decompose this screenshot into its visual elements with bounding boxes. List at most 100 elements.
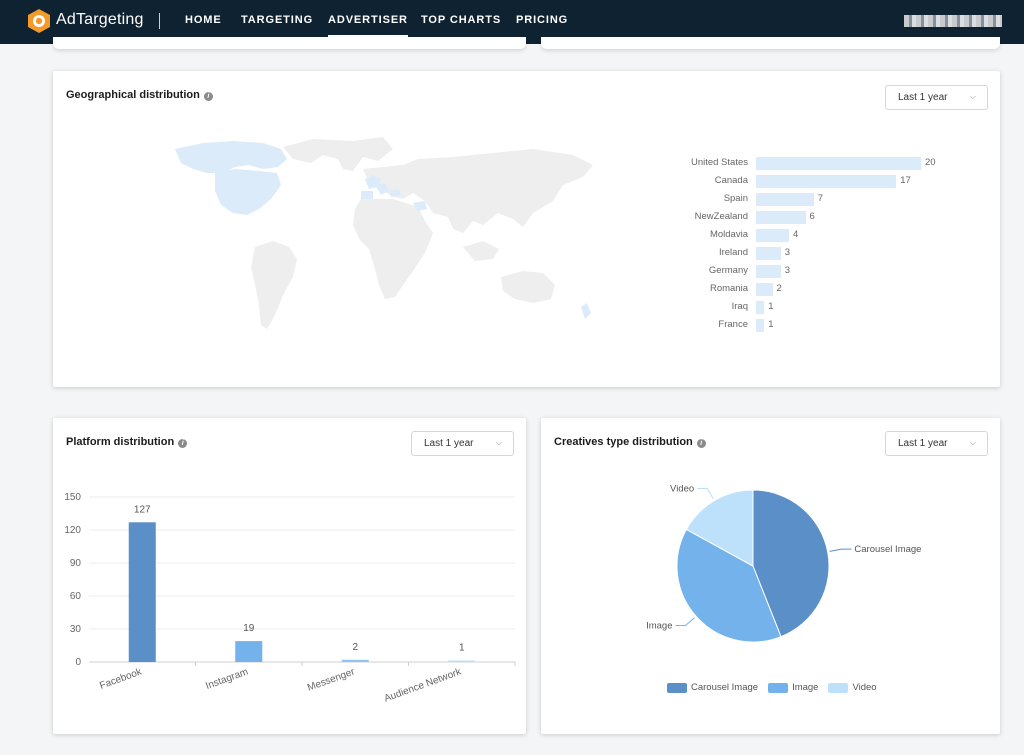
legend-label: Carousel Image [691, 682, 759, 693]
geo-country-label: United States [690, 157, 748, 168]
map-new-zealand [581, 303, 591, 319]
info-icon[interactable]: i [203, 92, 213, 101]
platform-value-label: 19 [243, 623, 255, 634]
nav-top-charts[interactable]: TOP CHARTS [421, 14, 501, 26]
geo-value-label: 20 [925, 157, 936, 168]
nav-divider [159, 13, 160, 29]
y-tick-label: 0 [75, 657, 81, 668]
platform-value-label: 1 [459, 643, 465, 654]
chevron-down-icon: ⌵ [969, 92, 976, 101]
map-south-america [251, 241, 297, 329]
platform-distribution-card: Platform distribution i Last 1 year ⌵ 0 30… [53, 418, 526, 734]
legend-label: Image [792, 682, 819, 693]
geo-country-label: Germany [708, 265, 748, 276]
geo-value-label: 4 [793, 229, 799, 240]
geo-bar[interactable] [756, 175, 897, 188]
x-tick-label: Messenger [306, 666, 357, 693]
x-tick-label: Audience Network [383, 666, 464, 704]
y-tick-label: 30 [70, 624, 82, 635]
legend-label: Video [852, 682, 877, 693]
geo-row-france[interactable]: France 1 [658, 317, 978, 335]
x-tick-label: Instagram [204, 666, 250, 692]
geo-card-title: Geographical distribution i [66, 89, 213, 101]
adtargeting-logo-icon[interactable] [26, 8, 52, 34]
pie-label-leader [697, 488, 714, 500]
creatives-pie-chart: Carousel Image Image Video [646, 484, 921, 643]
legend-item-image[interactable]: Image [768, 682, 818, 693]
geo-bar[interactable] [756, 283, 773, 296]
platform-bar-audience-network[interactable] [448, 660, 476, 663]
geo-row-germany[interactable]: Germany 3 [658, 263, 978, 281]
geo-value-label: 17 [900, 175, 911, 186]
geo-row-romania[interactable]: Romania 2 [658, 281, 978, 299]
legend-item-video[interactable]: Video [828, 682, 877, 693]
geo-value-label: 1 [768, 319, 774, 330]
geo-bar[interactable] [756, 319, 765, 332]
legend-swatch [828, 682, 849, 693]
y-tick-label: 90 [70, 558, 82, 569]
nav-pricing[interactable]: PRICING [516, 14, 568, 26]
pie-legend: Carousel Image Image Video [667, 682, 877, 693]
geo-value-label: 1 [768, 301, 774, 312]
world-map[interactable] [163, 129, 603, 359]
geo-row-moldavia[interactable]: Moldavia 4 [658, 227, 978, 245]
geo-country-label: Moldavia [709, 229, 748, 240]
geo-bar[interactable] [756, 265, 781, 278]
pie-label-leader [829, 548, 852, 552]
map-australia [501, 271, 555, 303]
geo-row-united-states[interactable]: United States 20 [658, 155, 978, 173]
y-tick-label: 120 [64, 525, 81, 536]
geo-bar[interactable] [756, 229, 789, 242]
geo-bar[interactable] [756, 211, 806, 224]
platform-value-label: 2 [352, 642, 358, 653]
geo-country-label: Ireland [718, 247, 748, 258]
platform-bar-facebook[interactable] [128, 522, 156, 662]
geo-bar[interactable] [756, 157, 921, 170]
geo-country-label: Iraq [731, 301, 748, 312]
geo-value-label: 7 [817, 193, 824, 204]
platform-bar-chart: 0 30 60 90 120 150 127 Facebook 19 Instagram 2 Mess… [64, 492, 516, 705]
map-africa [353, 199, 433, 299]
geo-row-newzealand[interactable]: NewZealand 6 [658, 209, 978, 227]
pie-label-leader [675, 617, 695, 627]
legend-item-carousel-image[interactable]: Carousel Image [667, 682, 758, 693]
geo-bar[interactable] [756, 301, 765, 314]
nav-advertiser[interactable]: ADVERTISER [328, 14, 408, 37]
platform-bar-messenger[interactable] [341, 659, 369, 662]
geo-row-canada[interactable]: Canada 17 [658, 173, 978, 191]
geo-country-label: France [718, 319, 748, 330]
map-greenland [283, 137, 393, 171]
geo-row-ireland[interactable]: Ireland 3 [658, 245, 978, 263]
geo-country-label: NewZealand [694, 211, 748, 222]
pie-slice-label: Carousel Image [854, 544, 921, 555]
geo-row-iraq[interactable]: Iraq 1 [658, 299, 978, 317]
legend-swatch [768, 682, 789, 693]
geo-bar-chart: United States 20 Canada 17 Spain 7 NewZealand 6… [658, 155, 978, 335]
map-usa [215, 169, 281, 215]
geo-distribution-card: Geographical distribution i Last 1 year ⌵… [53, 71, 1000, 387]
geo-value-label: 6 [809, 211, 815, 222]
platform-value-label: 127 [134, 504, 151, 515]
card-edge-left [53, 37, 526, 49]
geo-country-label: Romania [709, 283, 748, 294]
geo-value-label: 3 [784, 247, 791, 258]
user-account-menu[interactable] [904, 15, 1002, 27]
x-tick-label: Facebook [98, 666, 144, 692]
map-spain [361, 191, 373, 199]
geo-value-label: 2 [776, 283, 782, 294]
brand-name[interactable]: AdTargeting [56, 11, 144, 29]
legend-swatch [667, 682, 687, 693]
geo-value-label: 3 [784, 265, 791, 276]
geo-country-label: Spain [723, 193, 748, 204]
platform-bar-instagram[interactable] [235, 641, 263, 662]
geo-row-spain[interactable]: Spain 7 [658, 191, 978, 209]
pie-slice-label: Video [670, 484, 694, 495]
geo-range-select[interactable]: Last 1 year ⌵ [885, 85, 988, 110]
geo-bar[interactable] [756, 247, 781, 260]
y-tick-label: 150 [64, 492, 81, 503]
nav-targeting[interactable]: TARGETING [241, 14, 313, 26]
map-southeast-asia [463, 241, 499, 261]
geo-bar[interactable] [756, 193, 814, 206]
nav-home[interactable]: HOME [185, 14, 222, 26]
y-tick-label: 60 [70, 591, 82, 602]
